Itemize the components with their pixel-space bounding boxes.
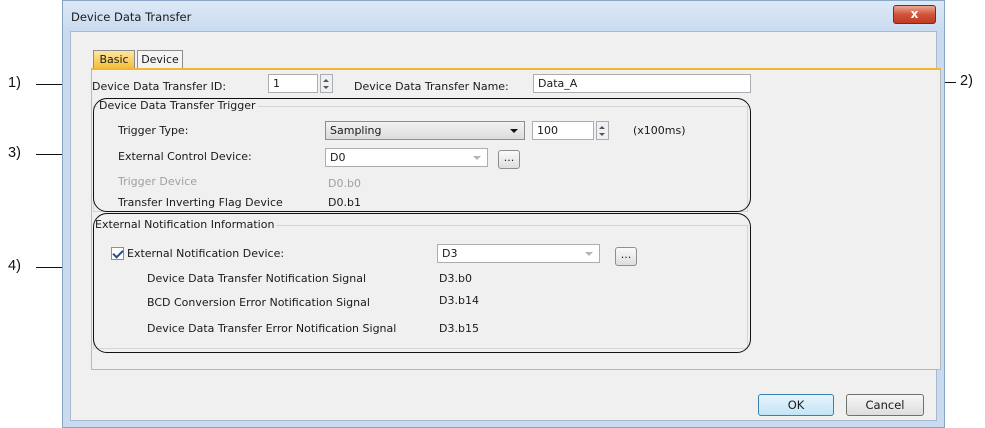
trigger-type-select[interactable]: Sampling xyxy=(325,121,525,140)
trigger-interval-unit: (x100ms) xyxy=(633,124,686,137)
transfer-error-signal-label: Device Data Transfer Error Notification … xyxy=(147,322,397,335)
callout-2: 2) xyxy=(960,73,973,89)
notification-signal-value: D3.b0 xyxy=(439,272,472,285)
inverting-flag-value: D0.b1 xyxy=(328,196,361,209)
tab-basic[interactable]: Basic xyxy=(93,50,135,68)
spin-down-icon xyxy=(599,133,605,136)
chevron-down-icon xyxy=(473,156,481,160)
ext-notification-label: External Notification Device: xyxy=(127,247,285,260)
bcd-error-signal-value: D3.b14 xyxy=(439,294,479,307)
trigger-device-value: D0.b0 xyxy=(328,177,361,190)
check-icon xyxy=(112,247,124,259)
transfer-error-signal-value: D3.b15 xyxy=(439,322,479,335)
cancel-button[interactable]: Cancel xyxy=(846,394,924,416)
callout-4: 4) xyxy=(8,258,21,274)
transfer-id-spinner[interactable] xyxy=(320,74,333,93)
ok-button[interactable]: OK xyxy=(758,394,834,416)
bcd-error-signal-label: BCD Conversion Error Notification Signal xyxy=(147,296,370,309)
spin-down-icon xyxy=(323,86,329,89)
ext-notification-select[interactable]: D3 xyxy=(437,244,600,263)
notification-signal-label: Device Data Transfer Notification Signal xyxy=(147,272,367,285)
window-title: Device Data Transfer xyxy=(71,10,192,24)
transfer-id-input[interactable]: 1 xyxy=(268,74,318,93)
trigger-interval-input[interactable]: 100 xyxy=(532,121,594,140)
spin-up-icon xyxy=(599,126,605,129)
transfer-id-label: Device Data Transfer ID: xyxy=(92,80,227,93)
callout-1: 1) xyxy=(8,75,21,91)
close-icon: x xyxy=(910,7,919,21)
spin-up-icon xyxy=(323,79,329,82)
ext-control-select[interactable]: D0 xyxy=(325,148,488,167)
close-button[interactable]: x xyxy=(893,5,936,24)
ext-notification-browse-button[interactable]: ... xyxy=(615,247,637,266)
transfer-name-label: Device Data Transfer Name: xyxy=(354,80,509,93)
ext-control-label: External Control Device: xyxy=(118,150,252,163)
ext-control-browse-button[interactable]: ... xyxy=(498,150,520,169)
inverting-flag-label: Transfer Inverting Flag Device xyxy=(118,196,283,209)
trigger-device-label: Trigger Device xyxy=(118,175,198,188)
callout-3: 3) xyxy=(8,145,21,161)
tab-device[interactable]: Device xyxy=(137,50,183,68)
transfer-name-input[interactable]: Data_A xyxy=(533,74,751,93)
trigger-interval-spinner[interactable] xyxy=(596,121,609,140)
ext-notification-checkbox[interactable] xyxy=(111,247,124,260)
trigger-type-label: Trigger Type: xyxy=(118,124,189,137)
chevron-down-icon xyxy=(510,129,518,133)
chevron-down-icon xyxy=(585,252,593,256)
dialog-window: Device Data Transfer x Basic Device Devi… xyxy=(62,0,945,428)
